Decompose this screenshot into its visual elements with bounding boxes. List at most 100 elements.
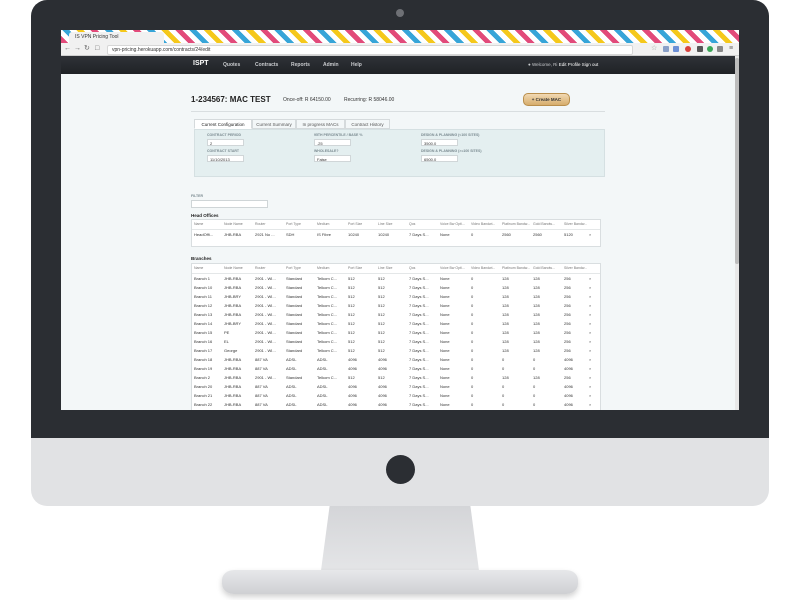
table-cell: 0 [471, 294, 474, 299]
column-header[interactable]: Video Bandwi... [471, 220, 500, 229]
search-icon[interactable]: ⌕ [589, 373, 591, 382]
branch-row[interactable]: Branch 14 JHB-BRY 2901 - WI... Standard Telk… [192, 319, 600, 328]
column-header[interactable]: Node Name [224, 264, 253, 273]
nav-link-contracts[interactable]: Contracts [255, 62, 278, 68]
wholesale-field[interactable]: False [314, 155, 351, 162]
branch-row[interactable]: Branch 22 JHB-RBA 887 VA ADSL ADSL 4096 4096 7 … [192, 400, 600, 409]
tab-contract-history[interactable]: Contract History [345, 119, 390, 129]
table-cell: JHB-RBA [224, 303, 242, 308]
column-header[interactable]: Video Bandwi... [471, 264, 500, 273]
search-icon[interactable]: ⌕ [589, 328, 591, 337]
menu-icon[interactable]: ≡ [729, 44, 733, 54]
column-header[interactable]: Gold Bandw... [533, 264, 562, 273]
table-cell: 128 [533, 303, 540, 308]
reload-icon[interactable]: ↻ [84, 44, 90, 54]
design-planning-large-field[interactable]: 6500.0 [421, 155, 458, 162]
search-icon[interactable]: ⌕ [589, 283, 591, 292]
branch-row[interactable]: Branch 16 EL 2901 - WI... Standard Telkom C.… [192, 337, 600, 346]
imac-foot [222, 570, 578, 594]
extension-icon[interactable] [717, 46, 723, 52]
column-header[interactable]: Qos [409, 264, 438, 273]
column-header[interactable]: Medium [317, 220, 346, 229]
tab-current-summary[interactable]: Current Summary [252, 119, 296, 129]
nav-link-quotes[interactable]: Quotes [223, 62, 240, 68]
column-header[interactable]: Router [255, 264, 284, 273]
extension-icon[interactable] [697, 46, 703, 52]
table-cell: 0 [533, 384, 536, 389]
branch-row[interactable]: Branch 12 JHB-RBA 2901 - WI... Standard Telk… [192, 301, 600, 310]
edit-profile-link[interactable]: Edit Profile [559, 62, 581, 67]
branch-row[interactable]: Branch 13 JHB-RBA 2901 - WI... Standard Telk… [192, 310, 600, 319]
branch-row[interactable]: Branch 10 JHB-RBA 2901 - WI... Standard Telk… [192, 283, 600, 292]
branch-row[interactable]: Branch 18 JHB-RBA 887 VA ADSL ADSL 4096 4096 7 … [192, 355, 600, 364]
search-icon[interactable]: ⌕ [589, 355, 591, 364]
star-icon[interactable]: ☆ [651, 44, 657, 54]
search-icon[interactable]: ⌕ [589, 310, 591, 319]
branch-row[interactable]: Branch 20 JHB-RBA 887 VA ADSL ADSL 4096 4096 7 … [192, 382, 600, 391]
search-icon[interactable]: ⌕ [589, 230, 591, 239]
search-icon[interactable]: ⌕ [589, 400, 591, 409]
column-header[interactable]: Port Type [286, 264, 315, 273]
nav-link-admin[interactable]: Admin [323, 62, 339, 68]
nav-link-reports[interactable]: Reports [291, 62, 310, 68]
column-header[interactable]: Node Name [224, 220, 253, 229]
extension-icon[interactable] [685, 46, 691, 52]
brand-logo[interactable]: ISPT [193, 60, 209, 67]
column-header[interactable]: Platinum Bandw... [502, 264, 531, 273]
filter-input[interactable] [191, 200, 268, 208]
extension-icon[interactable] [663, 46, 669, 52]
forward-icon[interactable]: → [74, 44, 81, 54]
branch-row[interactable]: Branch 21 JHB-RBA 887 VA ADSL ADSL 4096 4096 7 … [192, 391, 600, 400]
branch-row[interactable]: Branch 17 George 2901 - WI... Standard Telko… [192, 346, 600, 355]
column-header[interactable]: Router [255, 220, 284, 229]
branch-row[interactable]: Branch 19 JHB-RBA 887 VA ADSL ADSL 4096 4096 7 … [192, 364, 600, 373]
scrollbar-thumb[interactable] [735, 58, 739, 264]
column-header[interactable]: Qos [409, 220, 438, 229]
nav-link-help[interactable]: Help [351, 62, 362, 68]
branch-row[interactable]: Branch 1 JHB-RBA 2901 - WI... Standard Telko… [192, 274, 600, 283]
extension-icon[interactable] [707, 46, 713, 52]
search-icon[interactable]: ⌕ [589, 319, 591, 328]
column-header[interactable]: Voice Bw Opti... [440, 264, 469, 273]
search-icon[interactable]: ⌕ [589, 391, 591, 400]
column-header[interactable]: Voice Bw Opti... [440, 220, 469, 229]
tab-in-progress-macs[interactable]: In progress MACs [296, 119, 345, 129]
column-header[interactable]: Medium [317, 264, 346, 273]
search-icon[interactable]: ⌕ [589, 292, 591, 301]
search-icon[interactable]: ⌕ [589, 274, 591, 283]
column-header[interactable]: Name [194, 220, 223, 229]
column-header[interactable]: Line Size [378, 220, 407, 229]
back-icon[interactable]: ← [64, 44, 71, 54]
sign-out-link[interactable]: Sign out [582, 62, 599, 67]
design-planning-small-field[interactable]: 3500.0 [421, 139, 458, 146]
percentile-field[interactable]: .25 [314, 139, 351, 146]
column-header[interactable]: Name [194, 264, 223, 273]
column-header[interactable]: Port Size [348, 264, 377, 273]
search-icon[interactable]: ⌕ [589, 301, 591, 310]
branch-row[interactable]: Branch 15 PE 2901 - WI... Standard Telkom C.… [192, 328, 600, 337]
tab-current-configuration[interactable]: Current Configuration [194, 119, 252, 129]
column-header[interactable]: Port Type [286, 220, 315, 229]
page-scrollbar[interactable] [735, 56, 739, 410]
address-bar[interactable]: vpn-pricing.herokuapp.com/contracts/24/e… [107, 45, 633, 55]
column-header[interactable]: Platinum Bandw... [502, 220, 531, 229]
browser-tab[interactable]: IS VPN Pricing Tool [69, 32, 164, 43]
column-header[interactable]: Gold Bandw... [533, 220, 562, 229]
column-header[interactable]: Silver Bandw... [564, 220, 593, 229]
create-mac-button[interactable]: + Create MAC [523, 93, 570, 106]
extension-icon[interactable] [673, 46, 679, 52]
head-office-row[interactable]: HeadOffi... JHB-RBA 2921 No ... SDH IS Fibre… [192, 230, 600, 239]
contract-period-field[interactable]: 2 [207, 139, 244, 146]
search-icon[interactable]: ⌕ [589, 382, 591, 391]
column-header[interactable]: Line Size [378, 264, 407, 273]
table-cell: 512 [348, 294, 355, 299]
table-cell: ADSL [317, 366, 328, 371]
search-icon[interactable]: ⌕ [589, 337, 591, 346]
column-header[interactable]: Silver Bandw... [564, 264, 593, 273]
contract-start-field[interactable]: 11/10/2013 [207, 155, 244, 162]
search-icon[interactable]: ⌕ [589, 346, 591, 355]
branch-row[interactable]: Branch 2 JHB-RBA 2901 - WI... Standard Telko… [192, 373, 600, 382]
branch-row[interactable]: Branch 11 JHB-BRY 2901 - WI... Standard Telk… [192, 292, 600, 301]
column-header[interactable]: Port Size [348, 220, 377, 229]
search-icon[interactable]: ⌕ [589, 364, 591, 373]
